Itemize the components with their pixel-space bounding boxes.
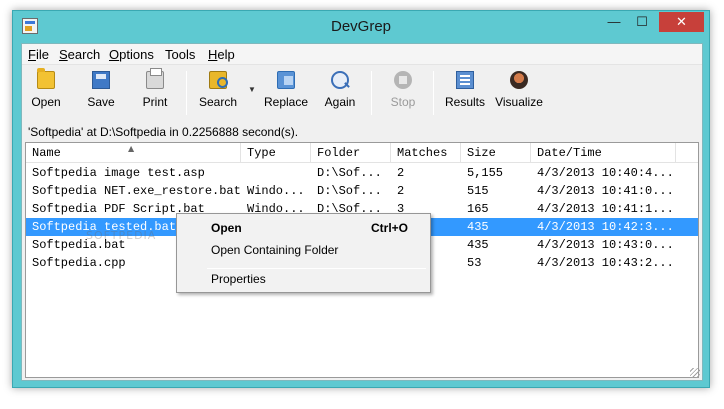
resize-grip[interactable] [690,368,700,378]
menu-tools[interactable]: Tools [165,47,195,62]
cell-size: 165 [467,202,489,216]
floppy-disk-icon [92,71,110,89]
stop-label: Stop [390,95,416,109]
print-button[interactable]: Print [131,68,179,117]
visualize-label: Visualize [495,95,543,109]
cell-datetime: 4/3/2013 10:41:0... [537,184,674,198]
menu-file[interactable]: File [28,47,49,62]
context-menu-open-label: Open [211,221,242,235]
cell-datetime: 4/3/2013 10:43:2... [537,256,674,270]
context-menu: Open Ctrl+O Open Containing Folder Prope… [176,213,431,293]
replace-label: Replace [263,95,309,109]
results-list-icon [456,71,474,89]
client-area: File Search Options Tools Help Open Save… [21,43,703,381]
cell-size: 5,155 [467,166,504,180]
cell-matches: 2 [397,184,405,198]
column-header-datetime[interactable]: Date/Time [531,143,676,163]
table-row[interactable]: Softpedia NET.exe_restore.bat Windo... D… [26,182,698,200]
cell-datetime: 4/3/2013 10:41:1... [537,202,674,216]
open-button[interactable]: Open [22,68,70,117]
magnifier-icon [331,71,349,89]
results-button[interactable]: Results [441,71,489,117]
cell-datetime: 4/3/2013 10:43:0... [537,238,674,252]
app-window: DevGrep — ☐ ✕ File Search Options Tools … [12,10,710,388]
cell-datetime: 4/3/2013 10:42:3... [537,220,674,234]
toolbar-separator [186,71,187,115]
save-label: Save [87,95,115,109]
print-label: Print [142,95,168,109]
menu-bar: File Search Options Tools Help [22,44,702,64]
open-label: Open [31,95,61,109]
search-dropdown-arrow-icon[interactable]: ▼ [248,85,256,94]
cell-name: Softpedia image test.asp [32,166,205,180]
sort-ascending-icon: ▲ [128,144,135,153]
maximize-button[interactable]: ☐ [629,12,655,32]
printer-icon [146,68,164,89]
cell-size: 53 [467,256,482,270]
search-icon [209,71,228,89]
cell-size: 515 [467,184,489,198]
save-button[interactable]: Save [77,71,125,117]
cell-folder: D:\Sof... [317,166,382,180]
cell-type: Windo... [247,184,305,198]
stop-icon [394,71,412,89]
column-header-folder[interactable]: Folder [311,143,391,163]
cell-size: 435 [467,238,489,252]
column-header-size[interactable]: Size [461,143,531,163]
cell-folder: D:\Sof... [317,184,382,198]
cell-name: Softpedia NET.exe_restore.bat [32,184,241,198]
list-header: Name ▲ Type Folder Matches Size Date/Time [26,143,698,163]
stop-button[interactable]: Stop [379,71,427,117]
menu-options[interactable]: Options [109,47,154,62]
minimize-button[interactable]: — [601,12,627,32]
replace-icon [277,71,295,89]
title-bar[interactable]: DevGrep — ☐ ✕ [13,11,709,43]
replace-button[interactable]: Replace [262,71,310,117]
toolbar-separator [371,71,372,115]
context-menu-open-shortcut: Ctrl+O [370,221,408,235]
folder-open-icon [37,68,55,89]
menu-help[interactable]: Help [208,47,235,62]
again-button[interactable]: Again [316,71,364,117]
search-label: Search [198,95,238,109]
table-row[interactable]: Softpedia image test.asp D:\Sof... 2 5,1… [26,164,698,182]
search-button[interactable]: Search [194,71,242,117]
context-menu-open-folder[interactable]: Open Containing Folder [179,239,428,261]
results-label: Results [444,95,485,109]
context-menu-properties[interactable]: Properties [179,268,428,290]
search-status-text: 'Softpedia' at D:\Softpedia in 0.2256888… [28,125,299,139]
column-header-type[interactable]: Type [241,143,311,163]
context-menu-open[interactable]: Open Ctrl+O [179,217,428,239]
cell-datetime: 4/3/2013 10:40:4... [537,166,674,180]
column-header-name[interactable]: Name ▲ [26,143,241,163]
toolbar-separator [433,71,434,115]
cell-size: 435 [467,220,489,234]
toolbar: Open Save Print Search ▼ Replace Again S… [22,64,702,120]
cell-matches: 2 [397,166,405,180]
column-header-matches[interactable]: Matches [391,143,461,163]
close-button[interactable]: ✕ [659,12,704,32]
visualize-button[interactable]: Visualize [495,71,543,117]
menu-search[interactable]: Search [59,47,100,62]
visualize-face-icon [510,71,528,89]
again-label: Again [324,95,356,109]
